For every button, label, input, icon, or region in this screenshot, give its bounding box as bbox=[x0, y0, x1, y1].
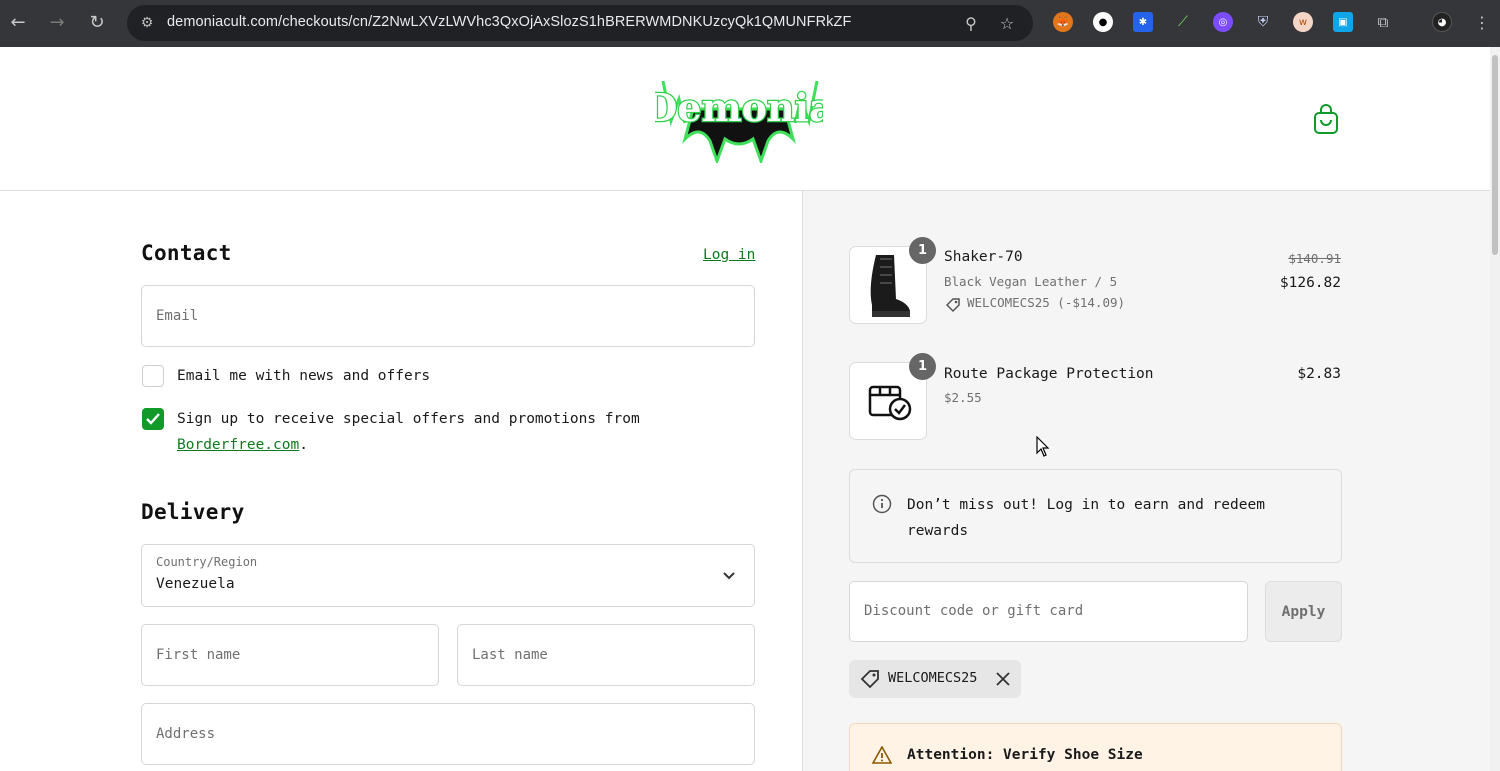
page-scrollbar[interactable] bbox=[1490, 47, 1500, 771]
email-field[interactable]: Email bbox=[141, 285, 755, 347]
applied-code-text: WELCOMECS25 bbox=[888, 670, 978, 686]
site-header: Demonia bbox=[0, 47, 1490, 191]
address-field[interactable]: Address bbox=[141, 703, 755, 765]
item-name: Route Package Protection bbox=[944, 366, 1154, 382]
back-icon[interactable]: ← bbox=[4, 8, 32, 36]
delivery-heading: Delivery bbox=[141, 500, 245, 524]
remove-code-close-icon[interactable] bbox=[995, 671, 1011, 687]
country-value: Venezuela bbox=[156, 576, 235, 592]
discount-placeholder: Discount code or gift card bbox=[864, 603, 1084, 619]
checkout-form: Contact Log in Email Email me with news … bbox=[0, 191, 802, 771]
profile-avatar[interactable]: ◕ bbox=[1432, 12, 1452, 32]
extensions-puzzle-icon[interactable]: ⧉ bbox=[1373, 12, 1393, 32]
extension-icon[interactable]: ▣ bbox=[1333, 12, 1353, 32]
login-link[interactable]: Log in bbox=[703, 247, 755, 263]
forward-icon[interactable]: → bbox=[43, 8, 71, 36]
discount-code-input[interactable]: Discount code or gift card bbox=[849, 581, 1248, 642]
url-text[interactable]: demoniacult.com/checkouts/cn/Z2NwLXVzLWV… bbox=[167, 14, 851, 30]
extension-icon[interactable]: ◎ bbox=[1213, 12, 1233, 32]
extension-icon[interactable]: ⟋ bbox=[1173, 12, 1193, 32]
scrollbar-thumb[interactable] bbox=[1492, 55, 1498, 255]
borderfree-link[interactable]: Borderfree.com bbox=[177, 437, 299, 453]
signup-label-text: Sign up to receive special offers and pr… bbox=[177, 411, 640, 427]
rewards-notice-text: Don’t miss out! Log in to earn and redee… bbox=[907, 497, 1265, 539]
extension-icon[interactable]: ✱ bbox=[1133, 12, 1153, 32]
applied-discount-chip: WELCOMECS25 bbox=[849, 660, 1021, 698]
first-name-placeholder: First name bbox=[156, 647, 241, 663]
extension-icon[interactable]: ● bbox=[1093, 12, 1113, 32]
item-variant: Black Vegan Leather / 5 bbox=[944, 274, 1118, 289]
apply-button[interactable]: Apply bbox=[1265, 581, 1342, 642]
news-checkbox[interactable] bbox=[142, 365, 164, 387]
email-placeholder: Email bbox=[156, 308, 199, 324]
contact-heading: Contact bbox=[141, 241, 232, 265]
item-quantity-badge: 1 bbox=[909, 353, 936, 380]
signup-checkbox[interactable] bbox=[142, 408, 164, 430]
country-select[interactable]: Country/Region Venezuela bbox=[141, 544, 755, 607]
attention-text: Attention: Verify Shoe Size bbox=[907, 747, 1143, 763]
item-discount: WELCOMECS25 (-$14.09) bbox=[967, 295, 1126, 310]
address-bar[interactable]: ⚙ demoniacult.com/checkouts/cn/Z2NwLXVzL… bbox=[127, 5, 1033, 41]
metamask-extension-icon[interactable]: 🦊 bbox=[1053, 12, 1073, 32]
order-summary: 1 Shaker-70 Black Vegan Leather / 5 WELC… bbox=[802, 191, 1490, 771]
extension-icon[interactable]: w bbox=[1293, 12, 1313, 32]
news-checkbox-label: Email me with news and offers bbox=[177, 368, 431, 384]
signup-checkbox-label: Sign up to receive special offers and pr… bbox=[177, 406, 657, 458]
item-variant: $2.55 bbox=[944, 390, 982, 405]
item-price: $126.82 bbox=[1279, 275, 1341, 291]
attention-notice: Attention: Verify Shoe Size bbox=[849, 723, 1342, 771]
mouse-cursor-icon bbox=[1036, 436, 1050, 457]
first-name-field[interactable]: First name bbox=[141, 624, 439, 686]
chevron-down-icon bbox=[723, 572, 735, 580]
last-name-field[interactable]: Last name bbox=[457, 624, 755, 686]
item-original-price: $140.91 bbox=[1288, 251, 1341, 266]
bookmark-star-icon[interactable]: ☆ bbox=[997, 13, 1017, 33]
demonia-logo[interactable]: Demonia bbox=[655, 69, 823, 163]
tag-icon bbox=[945, 298, 960, 313]
info-icon bbox=[872, 494, 892, 514]
checkmark-icon bbox=[146, 413, 160, 425]
last-name-placeholder: Last name bbox=[472, 647, 548, 663]
zoom-icon[interactable]: ⚲ bbox=[961, 13, 981, 33]
browser-toolbar: ← → ↻ ⚙ demoniacult.com/checkouts/cn/Z2N… bbox=[0, 0, 1500, 47]
site-info-icon[interactable]: ⚙ bbox=[137, 13, 157, 33]
item-price: $2.83 bbox=[1297, 366, 1341, 382]
item-name: Shaker-70 bbox=[944, 249, 1023, 265]
menu-kebab-icon[interactable]: ⋮ bbox=[1472, 12, 1492, 32]
item-quantity-badge: 1 bbox=[909, 237, 936, 264]
rewards-notice: Don’t miss out! Log in to earn and redee… bbox=[849, 469, 1342, 563]
reload-icon[interactable]: ↻ bbox=[83, 8, 111, 36]
cart-bag-icon[interactable] bbox=[1312, 103, 1340, 135]
svg-text:Demonia: Demonia bbox=[655, 85, 823, 130]
tag-icon bbox=[860, 670, 879, 689]
warning-icon bbox=[872, 746, 892, 764]
country-label: Country/Region bbox=[156, 555, 258, 569]
shield-extension-icon[interactable]: ⛨ bbox=[1253, 12, 1273, 32]
signup-label-suffix: . bbox=[299, 437, 308, 453]
address-placeholder: Address bbox=[156, 726, 216, 742]
